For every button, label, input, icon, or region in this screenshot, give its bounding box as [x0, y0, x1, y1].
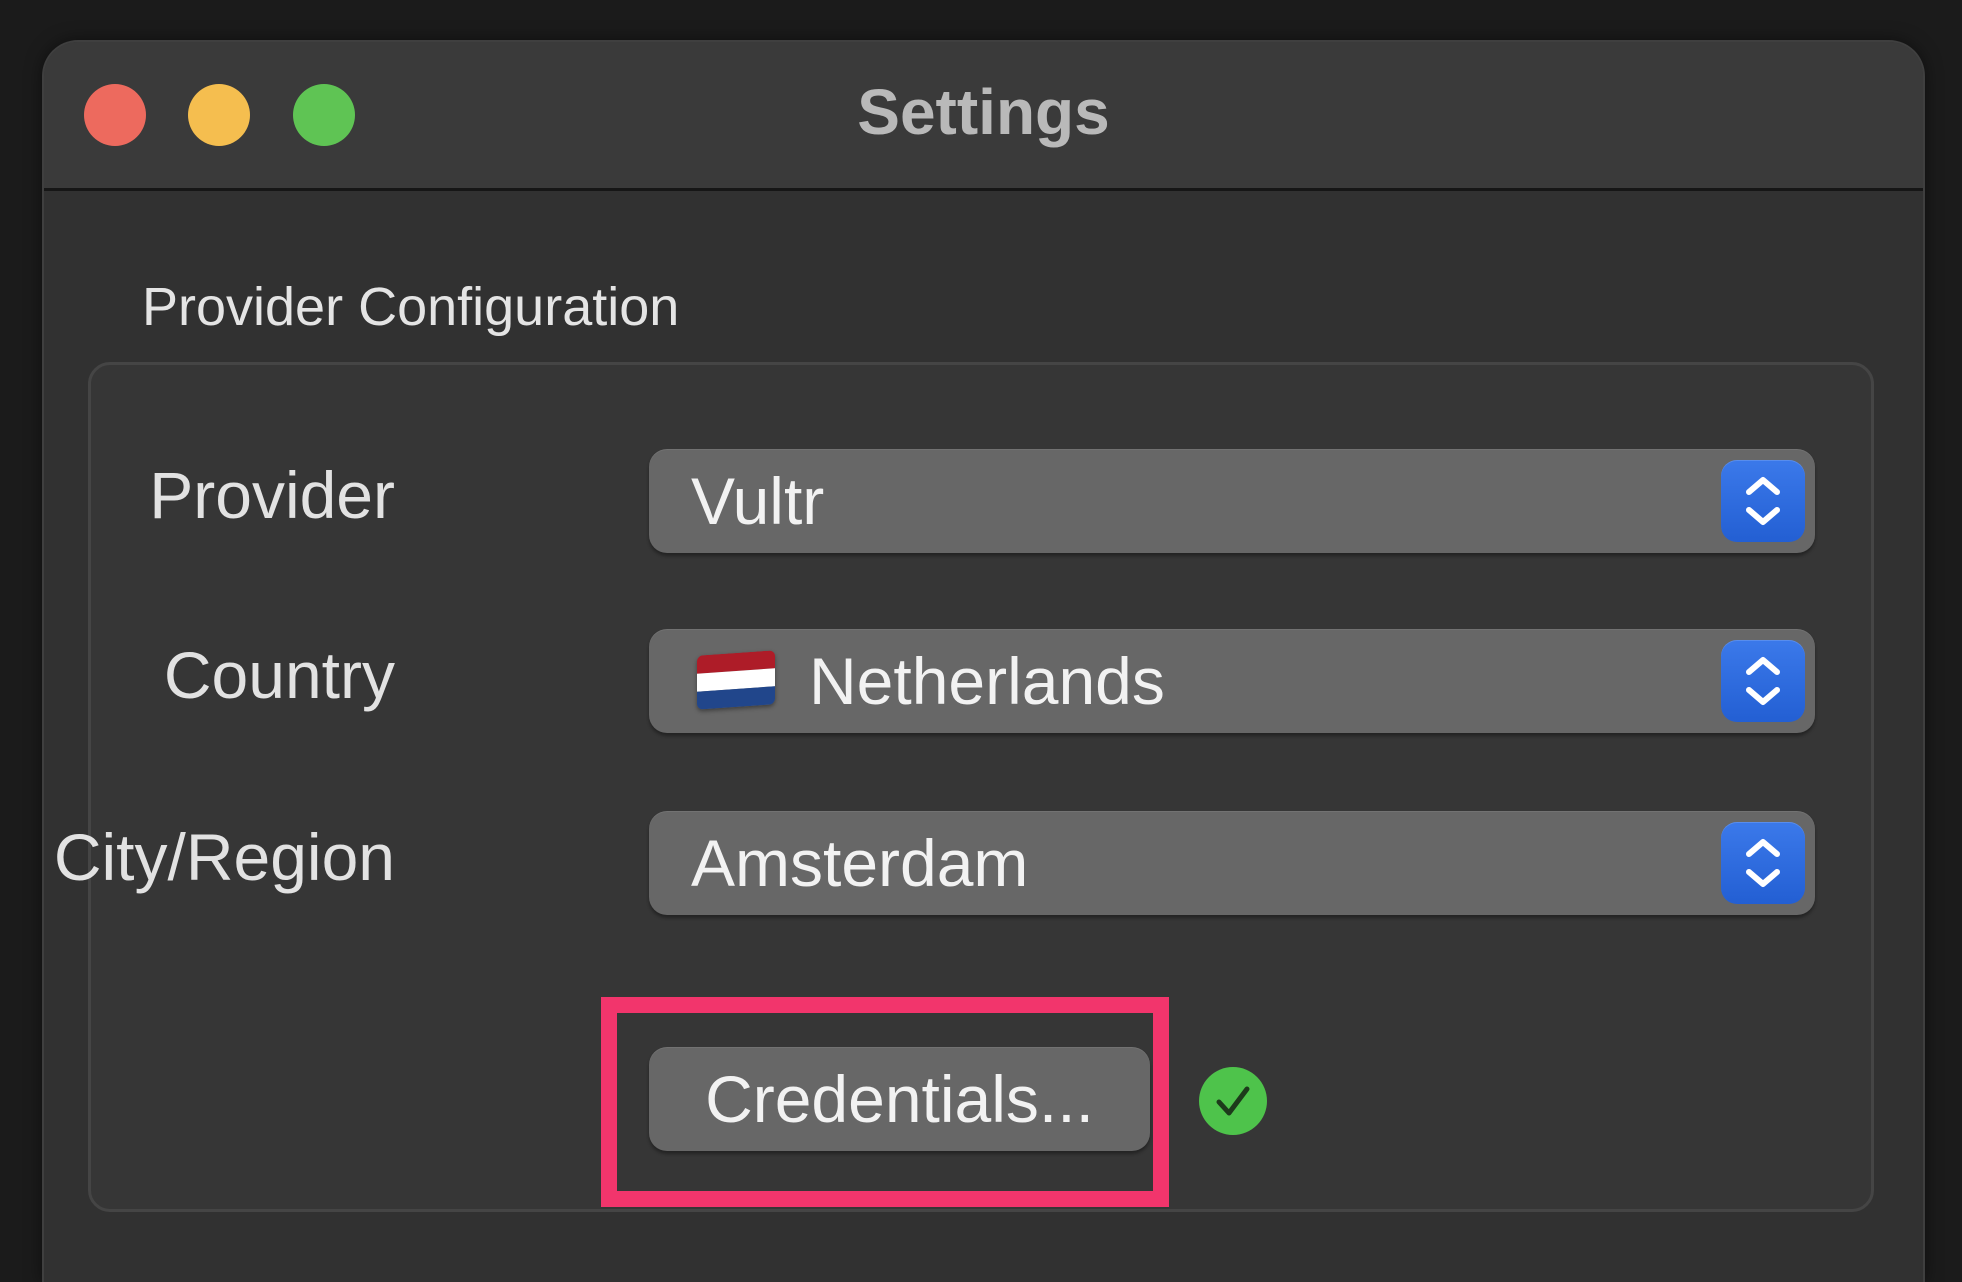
- chevron-up-down-icon: [1721, 460, 1805, 542]
- highlight-annotation: [601, 997, 1169, 1207]
- checkmark-icon: [1199, 1067, 1267, 1135]
- city-region-popup[interactable]: Amsterdam: [649, 811, 1815, 915]
- title-bar[interactable]: Settings: [44, 42, 1923, 191]
- window-title: Settings: [857, 76, 1110, 148]
- section-title: Provider Configuration: [142, 277, 680, 337]
- chevron-up-down-icon: [1721, 640, 1805, 722]
- country-label: Country: [163, 638, 395, 712]
- city-region-label: City/Region: [53, 820, 395, 894]
- country-value: Netherlands: [809, 644, 1165, 718]
- provider-popup[interactable]: Vultr: [649, 449, 1815, 553]
- chevron-up-down-icon: [1721, 822, 1805, 904]
- settings-window: Settings Provider Configuration Provider…: [44, 42, 1923, 1282]
- provider-label: Provider: [149, 458, 395, 532]
- provider-value: Vultr: [691, 464, 825, 538]
- city-region-value: Amsterdam: [691, 826, 1029, 900]
- provider-configuration-group: Provider Vultr Country Netherlands City/…: [54, 362, 1874, 1212]
- country-popup[interactable]: Netherlands: [649, 629, 1815, 733]
- netherlands-flag-icon: [697, 650, 775, 710]
